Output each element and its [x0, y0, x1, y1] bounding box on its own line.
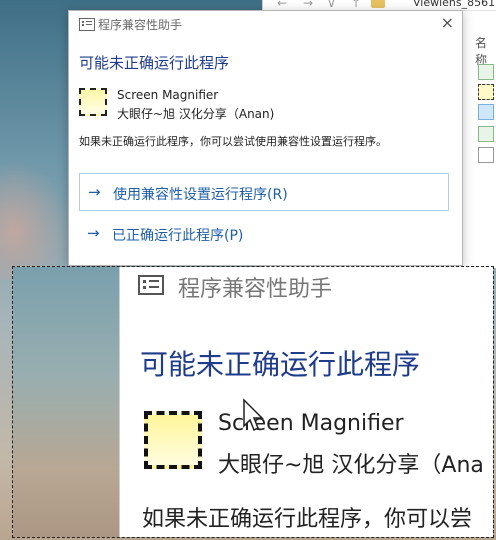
- up-arrow-icon[interactable]: ↑: [351, 0, 361, 10]
- magnified-title: 程序兼容性助手: [178, 277, 333, 302]
- option-label: 已正确运行此程序(P): [112, 228, 244, 244]
- run-with-compat-settings-button[interactable]: → 使用兼容性设置运行程序(R): [79, 173, 449, 211]
- name-column-header[interactable]: 名称: [475, 34, 496, 68]
- app-publisher: 大眼仔~旭 汉化分享（Anan): [117, 107, 275, 121]
- program-list-icon: [79, 18, 95, 31]
- magnified-dialog: 程序兼容性助手 可能未正确运行此程序 Screen Magnifier 大眼仔~…: [119, 267, 493, 537]
- app-icon: [144, 411, 202, 469]
- selected-file-icon[interactable]: [478, 104, 494, 120]
- exe-file-icon[interactable]: [478, 64, 494, 80]
- app-name: Screen Magnifier: [117, 88, 219, 102]
- option-label: 使用兼容性设置运行程序(R): [113, 187, 288, 203]
- forward-arrow-icon[interactable]: →: [303, 0, 313, 10]
- magnified-app-publisher: 大眼仔~旭 汉化分享（Ana: [218, 453, 484, 478]
- dialog-heading: 可能未正确运行此程序: [79, 54, 230, 72]
- text-file-icon[interactable]: [478, 147, 494, 163]
- program-ran-correctly-button[interactable]: → 已正确运行此程序(P): [79, 215, 449, 253]
- magnified-heading: 可能未正确运行此程序: [140, 348, 421, 381]
- exe-file-icon[interactable]: [478, 126, 494, 142]
- compatibility-assistant-dialog: 程序兼容性助手 × 可能未正确运行此程序 Screen Magnifier 大眼…: [68, 10, 463, 266]
- back-arrow-icon[interactable]: ←: [277, 0, 287, 10]
- program-list-icon: [138, 275, 164, 295]
- magnified-description: 如果未正确运行此程序，你可以尝: [142, 507, 473, 532]
- address-path[interactable]: Viewlens_8561: [413, 0, 495, 9]
- recent-dropdown-icon[interactable]: ∨: [327, 0, 336, 10]
- dashed-file-icon[interactable]: [478, 84, 494, 100]
- close-icon[interactable]: ×: [441, 13, 454, 32]
- arrow-right-icon: →: [88, 183, 101, 201]
- arrow-right-icon: →: [87, 224, 100, 242]
- title-bar: 程序兼容性助手 ×: [69, 11, 462, 39]
- app-icon: [79, 88, 107, 116]
- folder-icon: [371, 0, 385, 8]
- dialog-title: 程序兼容性助手: [98, 18, 183, 32]
- dialog-description: 如果未正确运行此程序，你可以尝试使用兼容性设置运行程序。: [79, 135, 387, 148]
